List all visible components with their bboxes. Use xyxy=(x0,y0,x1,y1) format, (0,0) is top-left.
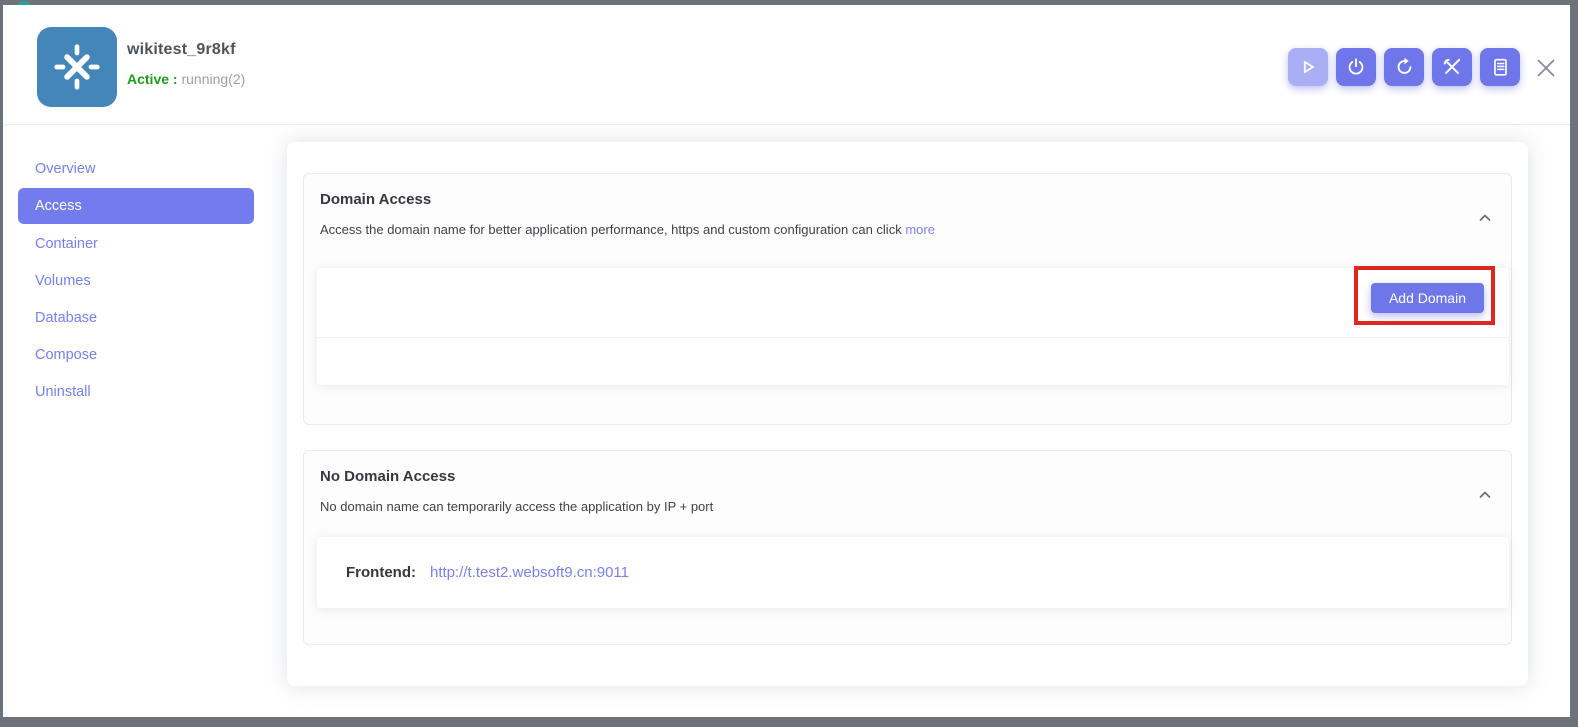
sidebar-item-access[interactable]: Access xyxy=(18,188,254,224)
no-domain-access-collapse-button[interactable] xyxy=(1473,483,1497,507)
chevron-up-icon xyxy=(1476,209,1494,227)
domain-access-description: Access the domain name for better applic… xyxy=(320,222,935,237)
repair-button[interactable] xyxy=(1432,48,1472,86)
app-title: wikitest_9r8kf xyxy=(127,41,236,59)
restart-button[interactable] xyxy=(1384,48,1424,86)
app-logo xyxy=(37,27,117,107)
wiki-asterisk-icon xyxy=(48,38,106,96)
close-icon xyxy=(1534,56,1558,80)
restart-icon xyxy=(1393,56,1415,78)
sidebar-item-database[interactable]: Database xyxy=(18,299,254,336)
play-icon xyxy=(1297,56,1319,78)
app-details-modal: wikitest_9r8kf Active : running(2) xyxy=(3,5,1570,717)
no-domain-access-title: No Domain Access xyxy=(320,468,455,485)
power-icon xyxy=(1345,56,1367,78)
status-label: Active : xyxy=(127,71,178,87)
more-link[interactable]: more xyxy=(905,222,935,237)
sidebar-item-container[interactable]: Container xyxy=(18,225,254,262)
sidebar-nav: Overview Access Container Volumes Databa… xyxy=(18,150,254,410)
frontend-url-link[interactable]: http://t.test2.websoft9.cn:9011 xyxy=(430,564,629,581)
add-domain-button[interactable]: Add Domain xyxy=(1371,283,1484,313)
access-content-panel: Domain Access Access the domain name for… xyxy=(287,142,1528,686)
journal-icon xyxy=(1489,56,1511,78)
sidebar-item-compose[interactable]: Compose xyxy=(18,336,254,373)
domain-access-title: Domain Access xyxy=(320,191,431,208)
domain-access-collapse-button[interactable] xyxy=(1473,206,1497,230)
domain-list-header-row: Add Domain xyxy=(317,268,1509,338)
app-status: Active : running(2) xyxy=(127,71,245,87)
stop-button[interactable] xyxy=(1336,48,1376,86)
frontend-label: Frontend: xyxy=(346,564,416,581)
sidebar-item-overview[interactable]: Overview xyxy=(18,150,254,187)
sidebar-item-uninstall[interactable]: Uninstall xyxy=(18,373,254,410)
domain-access-card: Domain Access Access the domain name for… xyxy=(303,173,1512,425)
frontend-access-panel: Frontend: http://t.test2.websoft9.cn:901… xyxy=(317,537,1509,608)
start-button[interactable] xyxy=(1288,48,1328,86)
domain-list-panel: Add Domain xyxy=(317,268,1509,385)
domain-list-empty-row xyxy=(317,338,1509,384)
no-domain-access-card: No Domain Access No domain name can temp… xyxy=(303,450,1512,645)
logs-button[interactable] xyxy=(1480,48,1520,86)
app-details-screen: { "header": { "app_title": "wikitest_9r8… xyxy=(0,0,1578,727)
domain-access-description-text: Access the domain name for better applic… xyxy=(320,222,902,237)
chevron-up-icon xyxy=(1476,486,1494,504)
tools-icon xyxy=(1441,56,1463,78)
no-domain-access-description: No domain name can temporarily access th… xyxy=(320,499,713,514)
modal-header: wikitest_9r8kf Active : running(2) xyxy=(3,5,1570,125)
header-action-buttons xyxy=(1288,48,1520,86)
close-button[interactable] xyxy=(1533,55,1559,81)
sidebar-item-volumes[interactable]: Volumes xyxy=(18,262,254,299)
status-value: running(2) xyxy=(181,71,245,87)
